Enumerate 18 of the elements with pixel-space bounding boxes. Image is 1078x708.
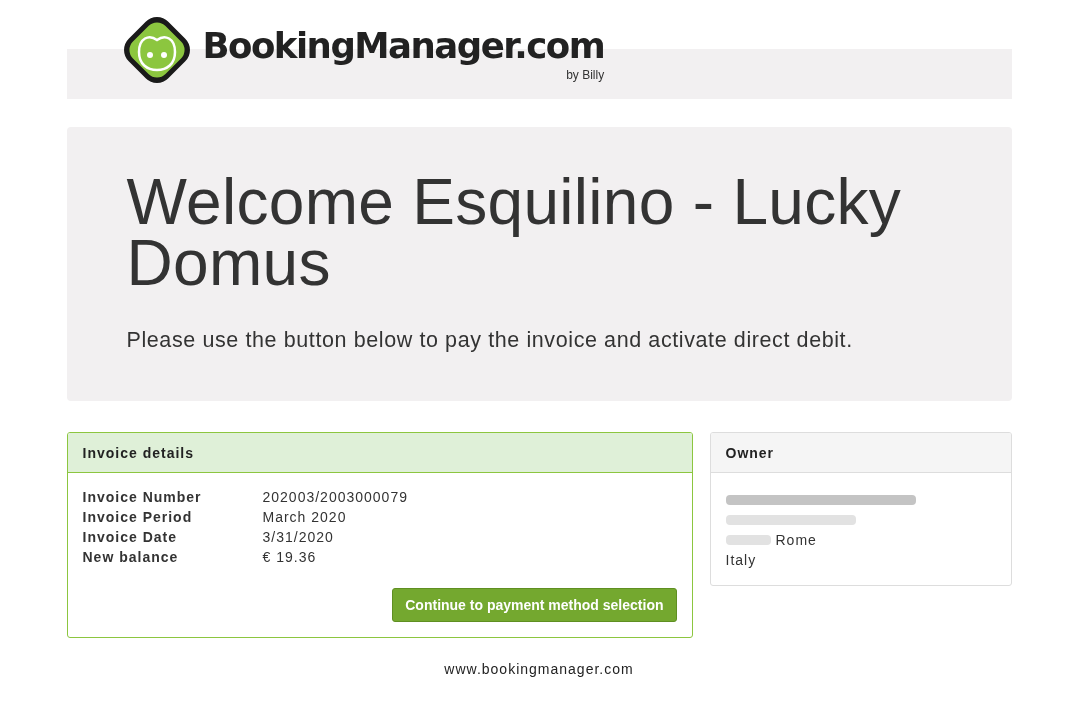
field-label: Invoice Date (82, 528, 178, 546)
address-text: Italy (725, 551, 757, 570)
panel-title: Owner (725, 444, 775, 461)
field-label: Invoice Period (82, 508, 194, 526)
welcome-title: Welcome Esquilino - Lucky Domus (126, 172, 903, 294)
field-value: 3/31/2020 (262, 528, 335, 546)
footer-link[interactable]: www.bookingmanager.com (444, 661, 634, 677)
field-value: March 2020 (262, 508, 348, 526)
address-text: Rome (775, 531, 817, 550)
logo-subtext: by Billy (566, 67, 605, 82)
logo-text: BookingManager.com (202, 28, 605, 64)
redacted-bar (725, 535, 771, 545)
welcome-message: Please use the button below to pay the invoice and activate direct debit. (126, 328, 854, 353)
field-label: New balance (82, 548, 180, 566)
panel-title: Invoice details (82, 444, 194, 461)
field-label: Invoice Number (82, 488, 203, 506)
field-value: € 19.36 (262, 548, 318, 566)
field-value: 202003/2003000079 (262, 488, 409, 506)
